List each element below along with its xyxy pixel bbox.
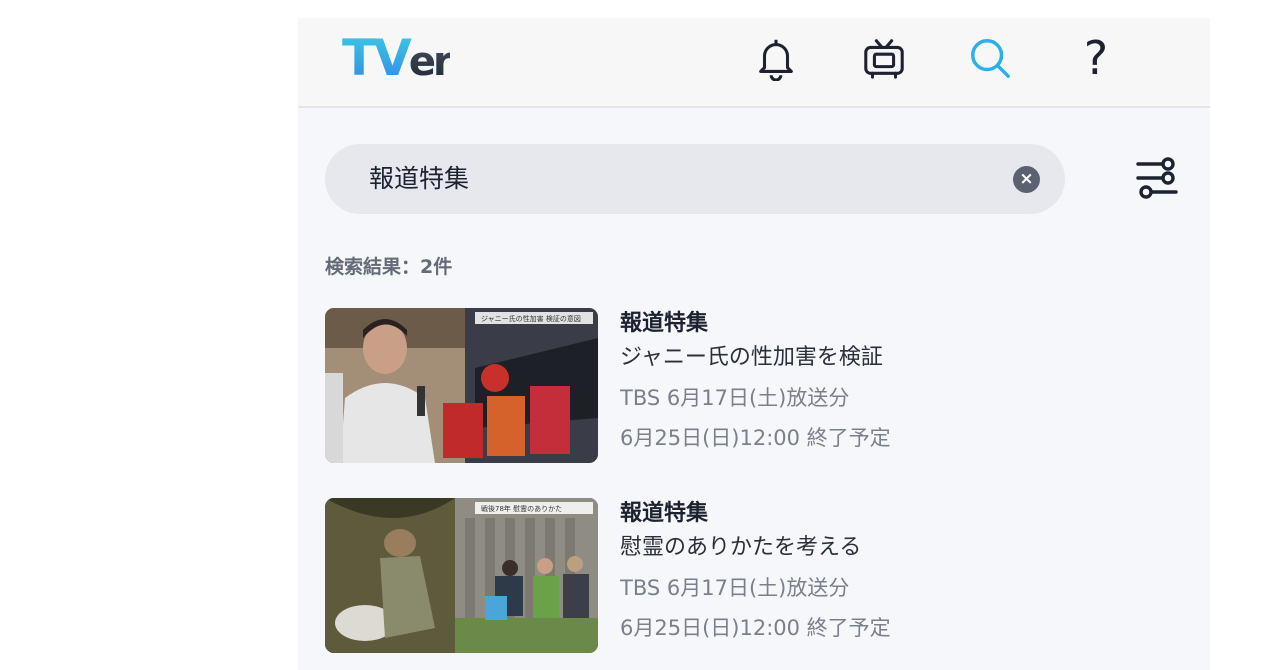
episode-thumbnail[interactable]: ジャニー氏の性加害 検証の意図 [325, 308, 598, 463]
episode-title: 慰霊のありかたを考える [620, 535, 862, 560]
header: TVer ? [298, 18, 1210, 108]
search-button[interactable] [964, 32, 1016, 84]
thumbnail-caption: ジャニー氏の性加害 検証の意図 [481, 314, 581, 323]
thumbnail-caption: 戦後78年 慰霊のありかた [481, 504, 562, 513]
logo-suffix: er [408, 39, 453, 85]
episode-title: ジャニー氏の性加害を検証 [620, 345, 883, 370]
tver-logo[interactable]: TVer [342, 26, 453, 94]
tv-icon [864, 39, 904, 79]
broadcast-info: TBS 6月17日(土)放送分 [620, 576, 850, 600]
end-date: 6月25日(日)12:00 終了予定 [620, 426, 891, 450]
program-title: 報道特集 [620, 501, 709, 526]
end-date: 6月25日(日)12:00 終了予定 [620, 616, 891, 640]
filter-button[interactable] [1132, 154, 1182, 204]
program-title: 報道特集 [620, 311, 709, 336]
tv-button[interactable] [858, 32, 910, 84]
result-count: 検索結果：2件 [325, 256, 453, 278]
help-icon: ? [1083, 31, 1109, 85]
bell-icon [759, 39, 793, 81]
tver-app: TVer ? 報道特集 × 検索結果：2件 ジャニー氏の性加害 検証の意図 報道… [298, 18, 1210, 670]
clear-search-button[interactable]: × [1013, 166, 1040, 193]
card-info: 報道特集 ジャニー氏の性加害を検証 TBS 6月17日(土)放送分 6月25日(… [620, 308, 1180, 462]
filter-sliders-icon [1136, 157, 1178, 199]
search-icon [971, 39, 1010, 78]
notification-button[interactable] [750, 32, 802, 84]
card-info: 報道特集 慰霊のありかたを考える TBS 6月17日(土)放送分 6月25日(日… [620, 498, 1180, 652]
broadcast-info: TBS 6月17日(土)放送分 [620, 386, 850, 410]
episode-thumbnail[interactable]: 戦後78年 慰霊のありかた [325, 498, 598, 653]
search-query: 報道特集 [369, 164, 470, 193]
thumbnail-image: 戦後78年 慰霊のありかた [325, 498, 598, 653]
help-button[interactable]: ? [1070, 32, 1122, 84]
logo-main: TV [342, 29, 409, 87]
result-card[interactable]: 戦後78年 慰霊のありかた 報道特集 慰霊のありかたを考える TBS 6月17日… [325, 498, 1185, 654]
result-card[interactable]: ジャニー氏の性加害 検証の意図 報道特集 ジャニー氏の性加害を検証 TBS 6月… [325, 308, 1185, 464]
search-input[interactable]: 報道特集 × [325, 144, 1065, 214]
close-icon: × [1019, 169, 1034, 189]
thumbnail-image: ジャニー氏の性加害 検証の意図 [325, 308, 598, 463]
